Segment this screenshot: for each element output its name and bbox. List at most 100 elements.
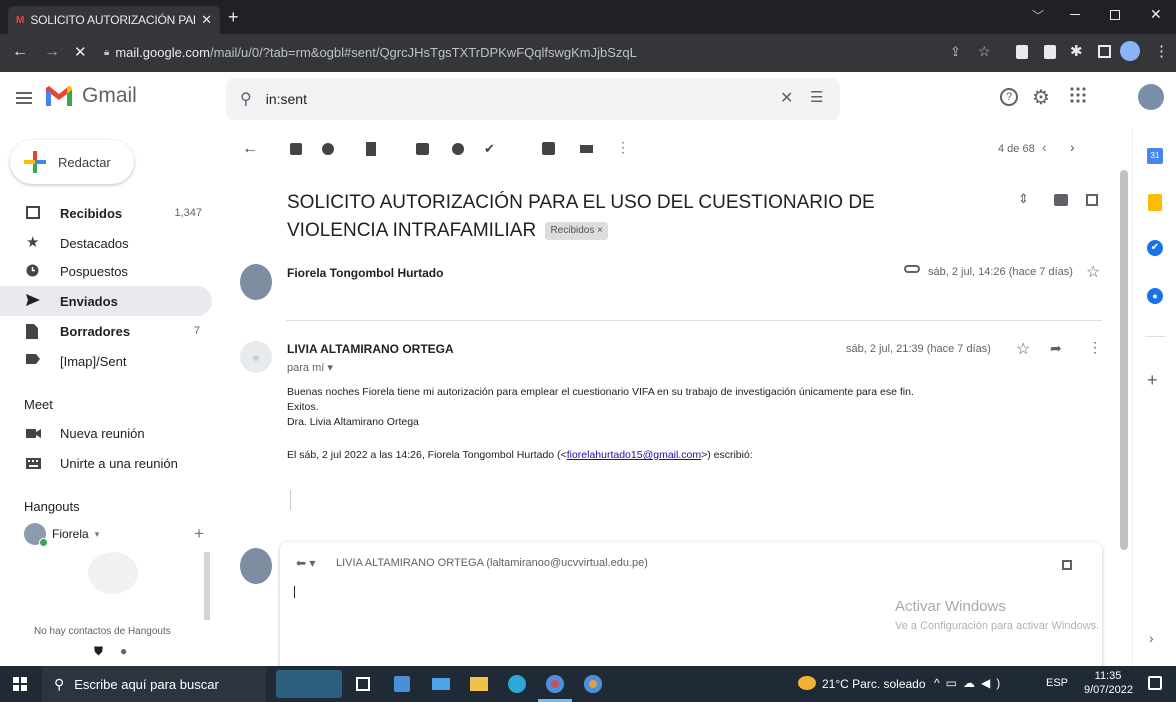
bookmark-star-icon[interactable]: ☆: [978, 43, 991, 60]
url-field[interactable]: 🔒︎ mail.google.com/mail/u/0/?tab=rm&ogbl…: [96, 38, 940, 66]
star-message-icon[interactable]: ☆: [1016, 339, 1030, 359]
page-scrollbar[interactable]: [1120, 170, 1128, 550]
gmail-logo[interactable]: Gmail: [44, 84, 137, 108]
file-explorer-icon[interactable]: [470, 677, 488, 691]
keep-icon[interactable]: [1148, 194, 1162, 211]
chrome-browser-icon[interactable]: [546, 675, 564, 693]
taskbar-search-box[interactable]: ⚲ Escribe aquí para buscar: [42, 666, 266, 702]
mail-app-icon[interactable]: [432, 678, 450, 690]
older-chevron-icon[interactable]: ›: [1070, 139, 1075, 155]
language-indicator[interactable]: ESP: [1046, 677, 1068, 689]
search-input[interactable]: in:sent: [266, 91, 307, 107]
minimize-button[interactable]: [1070, 14, 1080, 15]
back-button[interactable]: ←: [12, 43, 28, 61]
new-tab-button[interactable]: +: [228, 7, 239, 28]
chat-bubble-icon[interactable]: ●: [120, 644, 127, 658]
sidebar-item-inbox[interactable]: Recibidos 1,347: [0, 198, 212, 228]
newer-chevron-icon[interactable]: ‹: [1042, 139, 1047, 155]
chrome-browser-icon-2[interactable]: [584, 675, 602, 693]
mark-unread-icon[interactable]: [416, 143, 429, 155]
more-options-icon[interactable]: ⋮: [616, 139, 630, 156]
forward-button[interactable]: →: [44, 43, 60, 61]
hangouts-scrollbar[interactable]: [204, 552, 210, 620]
report-spam-icon[interactable]: [322, 143, 334, 155]
search-options-icon[interactable]: ☰: [810, 88, 823, 106]
share-icon[interactable]: ⇪: [950, 44, 961, 60]
account-avatar[interactable]: [1138, 84, 1164, 110]
close-window-button[interactable]: ✕: [1150, 6, 1162, 23]
restore-button[interactable]: [1110, 10, 1120, 20]
add-contact-icon[interactable]: +: [194, 524, 204, 544]
sidebar-item-imap-sent[interactable]: [Imap]/Sent: [0, 346, 212, 376]
reply-text-cursor[interactable]: [294, 586, 295, 598]
chevron-down-icon[interactable]: ﹀: [1032, 7, 1044, 24]
move-to-icon[interactable]: [542, 142, 555, 155]
collapse-panel-icon[interactable]: ›: [1149, 630, 1154, 646]
star-message-icon[interactable]: ☆: [1086, 262, 1100, 282]
contacts-icon[interactable]: ●: [1147, 288, 1163, 304]
add-task-icon[interactable]: ✔: [484, 141, 495, 157]
hangouts-user[interactable]: Fiorela ▾ +: [24, 522, 204, 547]
windows-start-icon[interactable]: [13, 677, 27, 691]
print-icon[interactable]: [1054, 194, 1068, 206]
message-2-recipient[interactable]: para mí ▾: [287, 361, 333, 374]
sidebar-item-snoozed[interactable]: Pospuestos: [0, 256, 212, 286]
search-bar[interactable]: ⚲ in:sent ✕ ☰: [226, 78, 840, 120]
search-highlight-icon[interactable]: [276, 670, 342, 698]
browser-tab[interactable]: M SOLICITO AUTORIZACIÓN PARA ✕: [8, 6, 220, 34]
sender-avatar-placeholder[interactable]: ●: [240, 341, 272, 373]
message-1-sender[interactable]: Fiorela Tongombol Hurtado: [287, 266, 443, 280]
clear-search-icon[interactable]: ✕: [780, 88, 793, 108]
open-new-window-icon[interactable]: [1086, 194, 1098, 206]
profile-avatar-icon[interactable]: [1120, 41, 1140, 61]
message-more-icon[interactable]: ⋮: [1088, 339, 1102, 356]
task-view-icon[interactable]: [356, 677, 370, 691]
add-addon-icon[interactable]: +: [1147, 370, 1158, 391]
sidebar-item-drafts[interactable]: Borradores 7: [0, 316, 212, 346]
weather-icon[interactable]: [798, 676, 816, 690]
archive-icon[interactable]: [290, 143, 302, 155]
person-icon[interactable]: ⛊: [94, 644, 103, 659]
search-icon[interactable]: ⚲: [240, 89, 252, 109]
store-icon[interactable]: [394, 676, 410, 692]
system-tray-icons[interactable]: ^▭☁◀): [934, 676, 1006, 690]
tasks-icon[interactable]: ✔: [1147, 240, 1163, 256]
back-arrow-icon[interactable]: ←: [242, 140, 258, 158]
notification-icon[interactable]: [1148, 676, 1162, 690]
trimmed-content-marker[interactable]: [290, 490, 291, 510]
weather-text[interactable]: 21°C Parc. soleado: [822, 677, 926, 691]
calendar-icon[interactable]: 31: [1147, 148, 1163, 164]
sender-avatar[interactable]: [240, 264, 272, 300]
meet-new-meeting[interactable]: Nueva reunión: [0, 418, 212, 448]
delete-icon[interactable]: [366, 142, 376, 156]
expand-collapse-icon[interactable]: ⇕: [1018, 191, 1029, 207]
reply-type-icon[interactable]: ⬅ ▾: [296, 556, 315, 570]
quoted-email-link[interactable]: fiorelahurtado15@gmail.com: [567, 449, 701, 461]
label-badge[interactable]: Recibidos ×: [545, 221, 608, 240]
sidebar-item-sent[interactable]: Enviados: [0, 286, 212, 316]
stop-button[interactable]: ✕: [74, 43, 87, 61]
sidebar-item-starred[interactable]: ★ Destacados: [0, 228, 212, 258]
labels-icon[interactable]: [580, 145, 593, 153]
help-icon[interactable]: ?: [1000, 88, 1018, 106]
settings-gear-icon[interactable]: ⚙: [1032, 85, 1050, 110]
sidepanel-icon[interactable]: [1098, 45, 1111, 58]
apps-grid-icon[interactable]: [1070, 87, 1086, 103]
popout-reply-icon[interactable]: [1062, 560, 1072, 570]
chevron-down-icon[interactable]: ▾: [95, 529, 100, 540]
reply-recipient[interactable]: LIVIA ALTAMIRANO ORTEGA (laltamiranoo@uc…: [336, 557, 648, 569]
extension-icon-2[interactable]: [1044, 45, 1056, 59]
edge-browser-icon[interactable]: [508, 675, 526, 693]
compose-button[interactable]: Redactar: [10, 140, 134, 184]
close-tab-icon[interactable]: ✕: [201, 12, 212, 28]
clock[interactable]: 11:35 9/07/2022: [1084, 669, 1133, 697]
extensions-puzzle-icon[interactable]: ✱: [1070, 42, 1083, 60]
panel-divider: [1145, 336, 1165, 337]
snooze-icon[interactable]: [452, 143, 464, 155]
reply-icon[interactable]: ➦: [1050, 340, 1062, 357]
extension-icon-1[interactable]: [1016, 45, 1028, 59]
main-menu-icon[interactable]: [16, 92, 32, 104]
meet-join-meeting[interactable]: Unirte a una reunión: [0, 448, 212, 478]
browser-menu-icon[interactable]: ⋮: [1154, 42, 1169, 60]
message-2-sender[interactable]: LIVIA ALTAMIRANO ORTEGA: [287, 342, 454, 356]
